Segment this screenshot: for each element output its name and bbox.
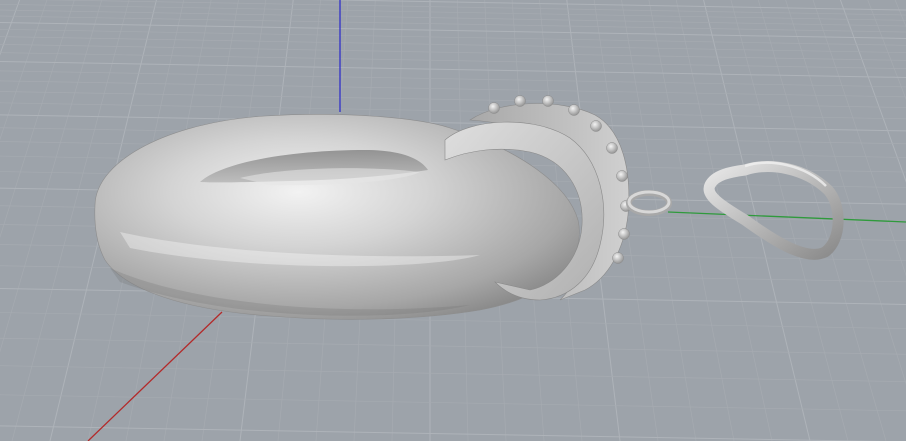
- grid-line: [0, 0, 21, 56]
- grid-line: [0, 337, 906, 355]
- wheel-knob: [612, 252, 624, 264]
- wheel-knob: [542, 95, 554, 107]
- wheel-knob: [616, 170, 628, 182]
- grid-line: [0, 36, 906, 53]
- wheel-knob: [568, 104, 580, 116]
- grid-line: [0, 365, 906, 383]
- grid-line: [621, 0, 697, 441]
- wheel-knob: [590, 120, 602, 132]
- grid-line: [0, 28, 906, 46]
- wheel-knob: [514, 95, 526, 107]
- grid-line: [0, 80, 906, 98]
- y-axis-line: [667, 211, 906, 223]
- grid-line: [0, 0, 48, 141]
- grid-line: [0, 114, 906, 132]
- grid-line: [0, 52, 906, 70]
- grid-line: [0, 60, 906, 78]
- grid-line: [0, 21, 906, 39]
- grid-line: [0, 44, 906, 61]
- grid-line: [0, 15, 906, 33]
- grid-line: [0, 394, 906, 412]
- grid-line: [0, 0, 103, 353]
- small-eye-ring-object[interactable]: [626, 190, 672, 216]
- viewport-canvas[interactable]: [0, 0, 906, 441]
- wheel-knob: [488, 102, 500, 114]
- wheel-knob: [606, 142, 618, 154]
- wheel-knob: [618, 228, 630, 240]
- grid-line: [648, 0, 735, 441]
- grid-line: [0, 0, 75, 239]
- grid-line: [894, 0, 906, 28]
- grid-line: [0, 312, 906, 329]
- 3d-viewport[interactable]: [0, 0, 906, 441]
- x-axis-line: [87, 311, 223, 441]
